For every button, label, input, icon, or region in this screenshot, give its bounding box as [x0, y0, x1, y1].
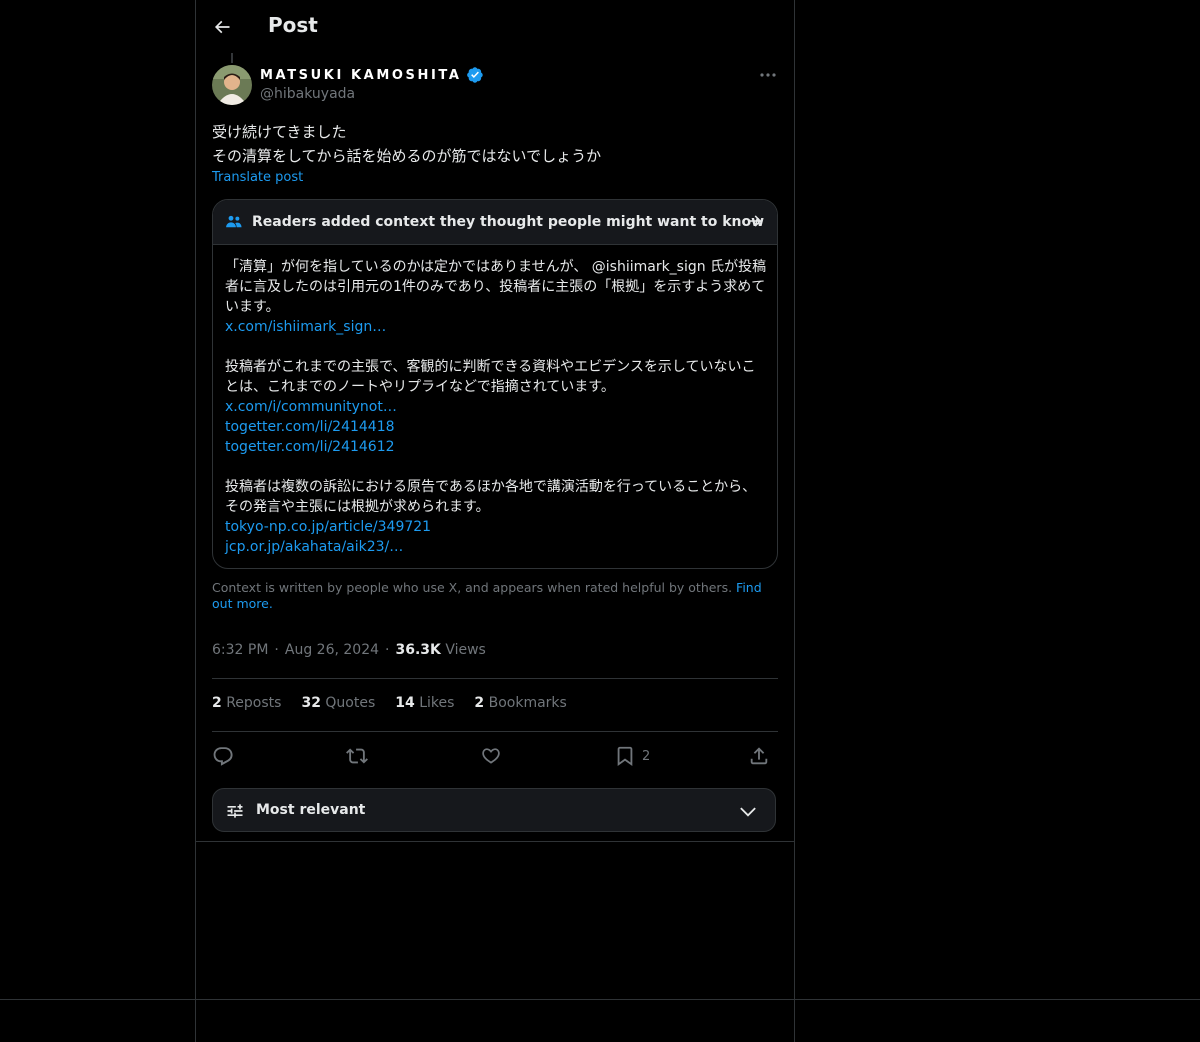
sort-label: Most relevant [256, 802, 366, 818]
author-display-name[interactable]: MATSUKI KAMOSHITA [260, 65, 484, 85]
note-paragraph: 投稿者は複数の訴訟における原告であるほか各地で講演活動を行っていることから、その… [225, 479, 757, 515]
verified-badge-icon [466, 66, 484, 84]
note-link[interactable]: x.com/ishiimark_sign… [225, 317, 767, 337]
reply-sort-dropdown[interactable]: Most relevant [212, 788, 776, 832]
thread-end-divider [196, 841, 794, 842]
stat-count: 2 [474, 695, 485, 711]
post-time[interactable]: 6:32 PM [212, 642, 268, 658]
note-paragraph: 「清算」が何を指しているのかは定かではありませんが、 @ishiimark_si… [225, 259, 767, 315]
community-note-title: Readers added context they thought peopl… [252, 214, 765, 230]
page-title: Post [268, 13, 318, 37]
share-button[interactable] [748, 740, 770, 772]
more-options-button[interactable] [752, 64, 784, 86]
stat-label: Reposts [226, 695, 282, 711]
stat-count: 2 [212, 695, 222, 711]
meta-separator: · [385, 642, 390, 658]
reply-icon [213, 747, 233, 766]
like-icon [482, 748, 500, 764]
reposts-stat[interactable]: 2 Reposts [212, 695, 281, 711]
quotes-stat[interactable]: 32 Quotes [301, 695, 375, 711]
action-bar: 2 [212, 740, 776, 772]
post-meta: 6:32 PM · Aug 26, 2024 · 36.3K Views [212, 642, 486, 658]
translate-post-link[interactable]: Translate post [212, 170, 303, 185]
post-text: 受け続けてきました その清算をしてから話を始めるのが筋ではないでしょうか [212, 120, 601, 168]
stats-top-divider [212, 678, 778, 679]
repost-icon [346, 748, 368, 764]
bookmarks-stat[interactable]: 2 Bookmarks [474, 695, 566, 711]
bookmark-count: 2 [642, 748, 651, 764]
community-note: Readers added context they thought peopl… [212, 199, 778, 569]
people-icon [225, 213, 243, 235]
context-footer: Context is written by people who use X, … [212, 580, 772, 612]
note-link[interactable]: tokyo-np.co.jp/article/349721 [225, 517, 767, 537]
page-bottom-divider [0, 999, 1200, 1000]
stat-count: 14 [395, 695, 415, 711]
thread-connector-line [231, 53, 233, 63]
stat-label: Likes [419, 695, 455, 711]
back-button[interactable] [206, 11, 238, 43]
bookmark-icon [617, 746, 633, 767]
note-link[interactable]: togetter.com/li/2414418 [225, 417, 767, 437]
community-note-body: 「清算」が何を指しているのかは定かではありませんが、 @ishiimark_si… [225, 257, 767, 557]
stat-count: 32 [301, 695, 321, 711]
right-column-border [794, 0, 795, 1042]
context-footer-text: Context is written by people who use X, … [212, 580, 733, 595]
note-link[interactable]: togetter.com/li/2414612 [225, 437, 767, 457]
left-column-border [195, 0, 196, 1042]
stat-label: Quotes [325, 695, 376, 711]
note-paragraph: 投稿者がこれまでの主張で、客観的に判断できる資料やエビデンスを示していないことは… [225, 359, 756, 395]
post-text-line: その清算をしてから話を始めるのが筋ではないでしょうか [212, 147, 602, 165]
reply-button[interactable] [212, 740, 234, 772]
stats-bottom-divider [212, 731, 778, 732]
community-note-header[interactable]: Readers added context they thought peopl… [213, 200, 777, 245]
post-text-line: 受け続けてきました [212, 123, 347, 141]
page-header: Post [196, 0, 794, 54]
note-link[interactable]: x.com/i/communitynot… [225, 397, 767, 417]
like-button[interactable] [480, 740, 502, 772]
filter-sliders-icon [225, 801, 245, 825]
author-handle[interactable]: @hibakuyada [260, 86, 355, 102]
note-link[interactable]: jcp.or.jp/akahata/aik23/… [225, 537, 767, 557]
arrow-right-icon [746, 212, 764, 234]
share-icon [750, 747, 768, 765]
meta-separator: · [274, 642, 279, 658]
author-name-text: MATSUKI KAMOSHITA [260, 67, 462, 83]
post-date[interactable]: Aug 26, 2024 [285, 642, 379, 658]
chevron-down-icon [737, 801, 759, 827]
views-label: Views [445, 642, 486, 658]
repost-button[interactable] [346, 740, 368, 772]
views-count: 36.3K [395, 642, 441, 658]
avatar[interactable] [212, 65, 252, 105]
engagement-stats: 2 Reposts 32 Quotes 14 Likes 2 Bookmarks [212, 695, 587, 711]
bookmark-button[interactable]: 2 [614, 740, 650, 772]
stat-label: Bookmarks [488, 695, 567, 711]
more-dots-icon [760, 73, 776, 77]
likes-stat[interactable]: 14 Likes [395, 695, 454, 711]
arrow-left-icon [214, 20, 230, 34]
